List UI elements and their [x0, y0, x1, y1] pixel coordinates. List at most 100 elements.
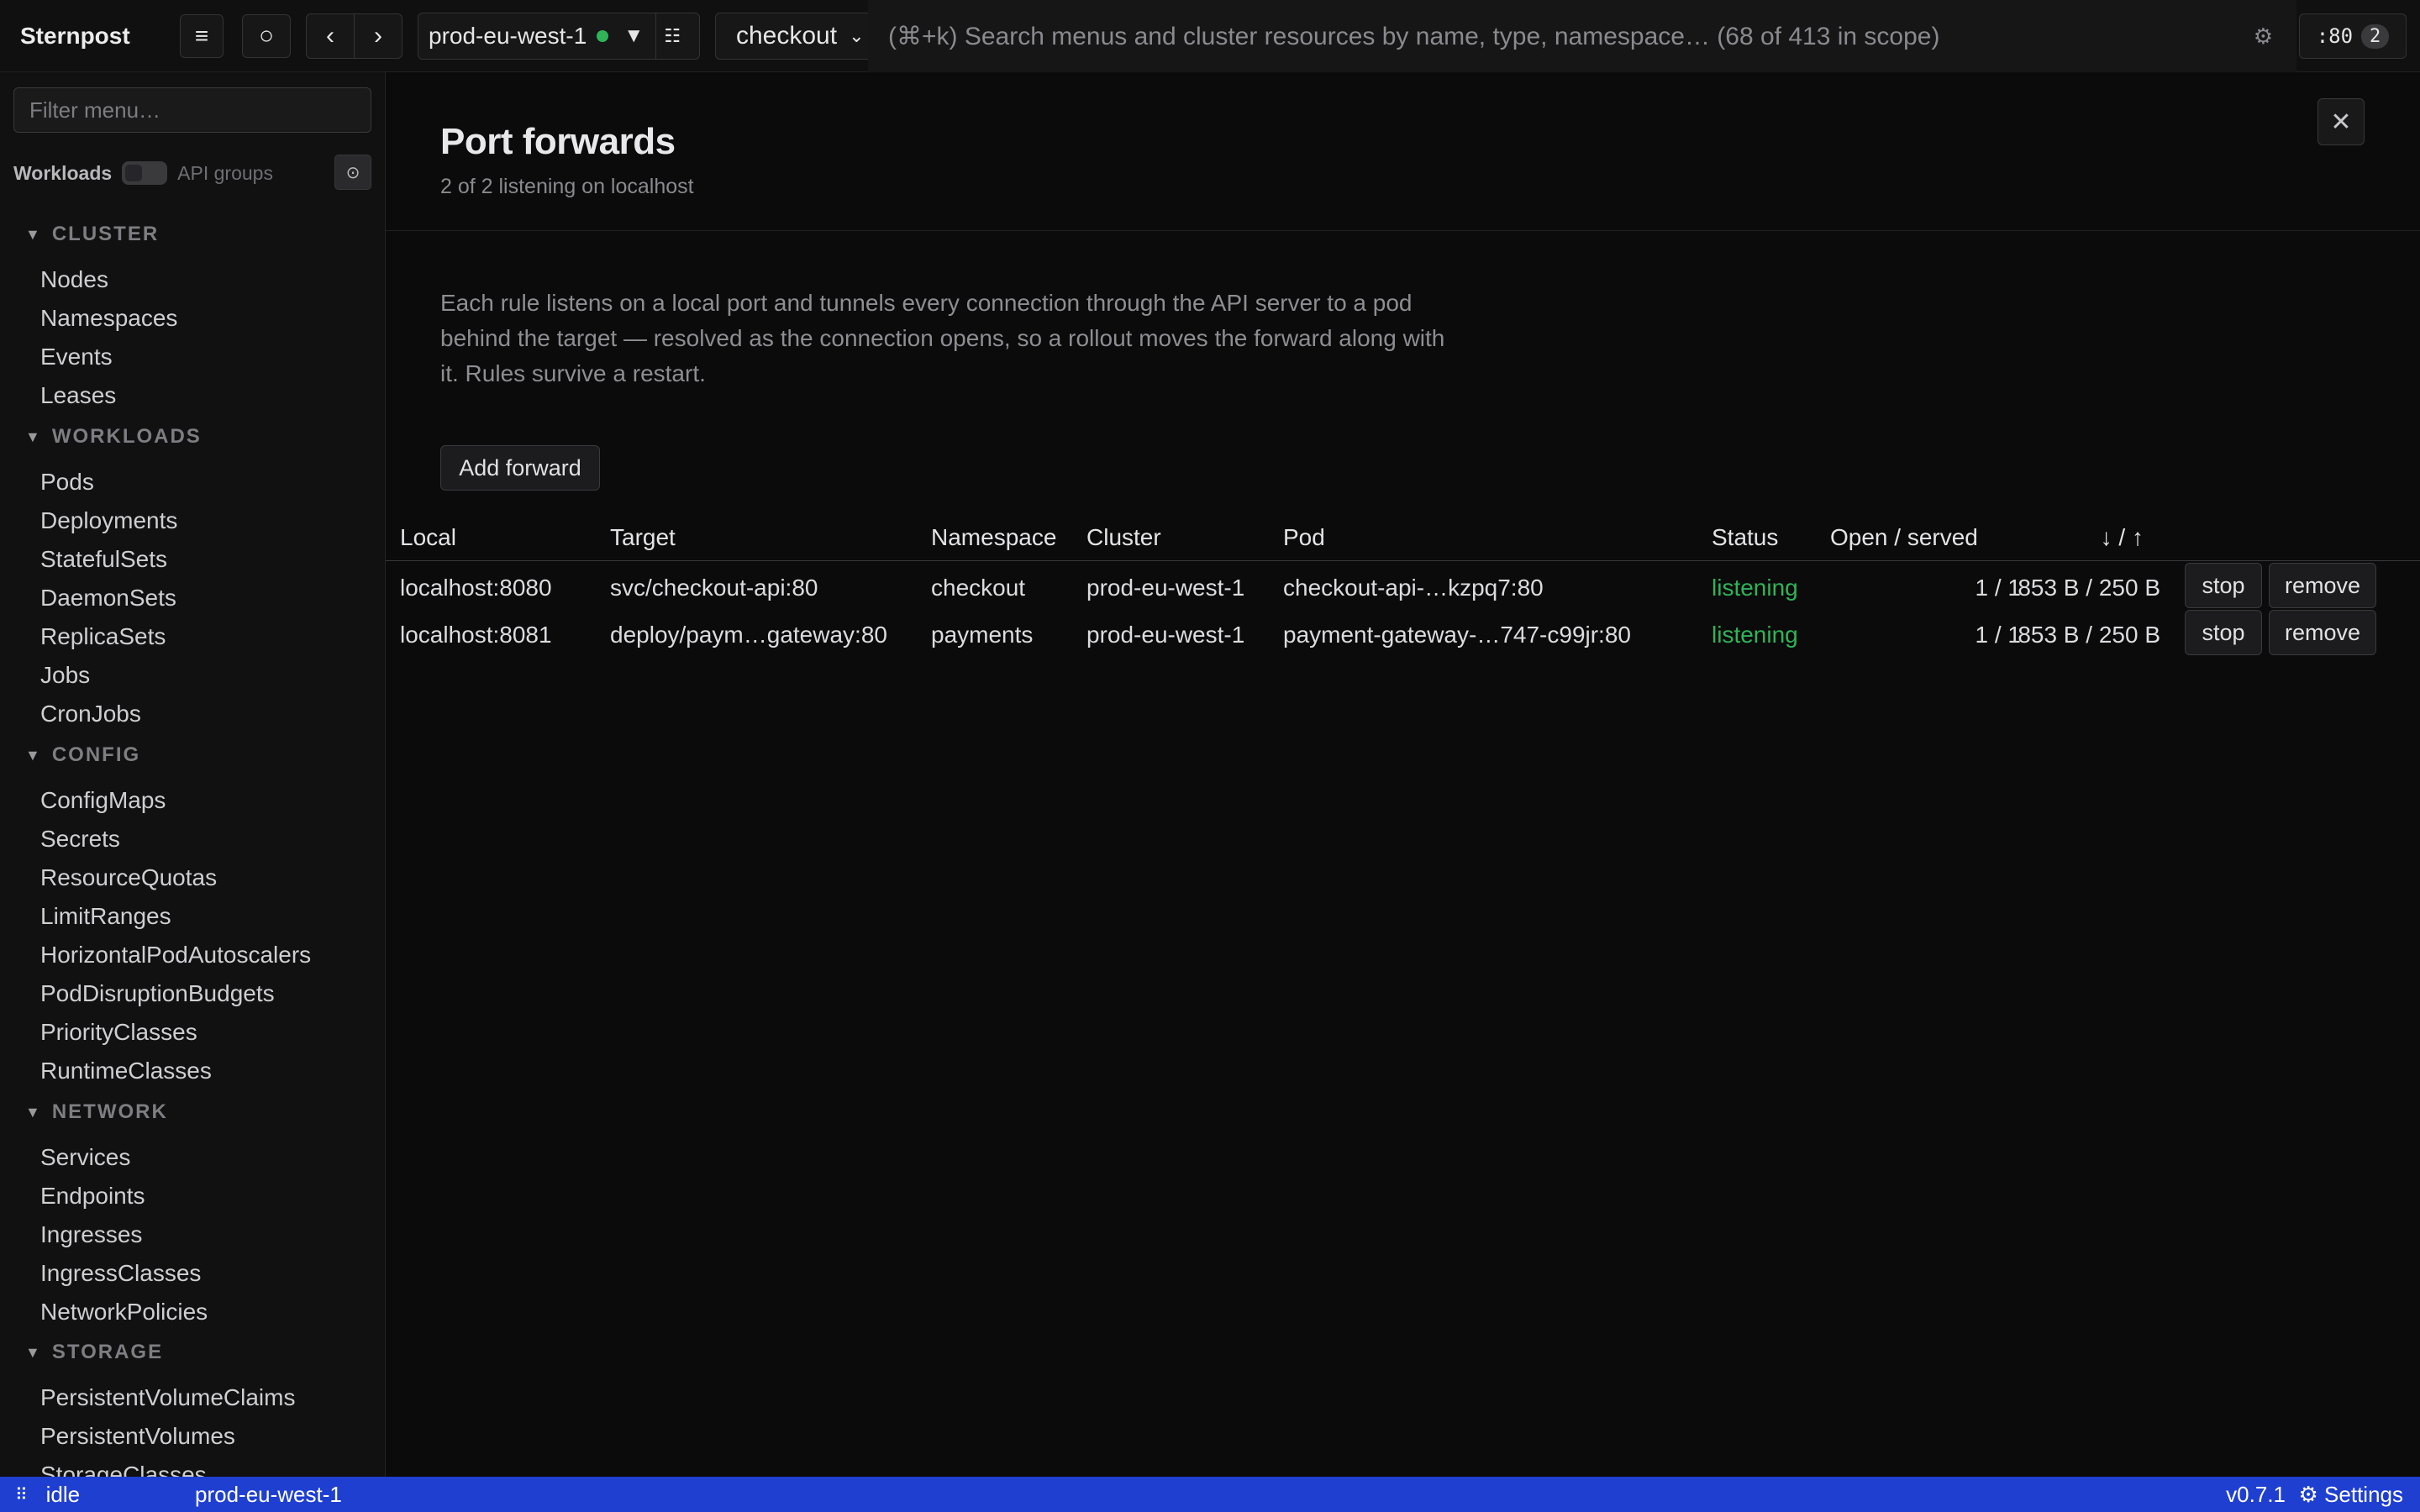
history-nav: ‹ › [306, 13, 402, 59]
status-bar: ⠿ idle prod-eu-west-1 v0.7.1 ⚙ Settings [0, 1477, 2420, 1512]
page-subtitle: 2 of 2 listening on localhost [440, 175, 694, 198]
port-forward-label: :80 [2316, 24, 2354, 48]
caret-down-icon: ▼ [25, 225, 42, 243]
sidebar-item-ingresses[interactable]: Ingresses [40, 1221, 142, 1248]
cell-namespace: payments [931, 622, 1034, 648]
namespace-select[interactable]: checkout ⌄ [715, 12, 877, 60]
sidebar-item-events[interactable]: Events [40, 344, 113, 370]
cell-local: localhost:8080 [400, 575, 552, 601]
back-button[interactable]: ‹ [307, 14, 354, 58]
sidebar-item-deployments[interactable]: Deployments [40, 507, 177, 534]
mode-toggle-switch[interactable] [122, 161, 168, 185]
remove-button[interactable]: remove [2269, 610, 2376, 655]
circle-icon: ○ [258, 21, 275, 50]
search-input[interactable]: (⌘+k) Search menus and cluster resources… [868, 0, 2296, 72]
sidebar-item-daemonsets[interactable]: DaemonSets [40, 585, 176, 612]
grid-icon[interactable]: ☷ [656, 25, 688, 47]
sidebar: Filter menu… Workloads API groups ⊙ ▼ CLU… [0, 72, 386, 1477]
cell-cluster: prod-eu-west-1 [1086, 622, 1245, 648]
sidebar-item-services[interactable]: Services [40, 1144, 130, 1171]
sidebar-item-endpoints[interactable]: Endpoints [40, 1183, 145, 1210]
status-text: idle [45, 1481, 81, 1507]
cell-open-served: 1 / 1 [1975, 575, 2021, 601]
column-header-local[interactable]: Local [400, 524, 456, 551]
column-header-pod[interactable]: Pod [1283, 524, 1325, 551]
panel-header: Port forwards 2 of 2 listening on localh… [386, 72, 2420, 231]
column-header-traffic[interactable]: ↓ / ↑ [2060, 524, 2144, 551]
mode-workloads-label[interactable]: Workloads [13, 162, 112, 185]
mode-api-groups-label[interactable]: API groups [177, 162, 273, 185]
section-config[interactable]: ▼ CONFIG [25, 743, 140, 767]
hamburger-icon: ≡ [194, 22, 209, 49]
sidebar-item-runtimeclasses[interactable]: RuntimeClasses [40, 1058, 212, 1084]
stop-button[interactable]: stop [2185, 610, 2262, 655]
caret-down-icon[interactable]: ▼ [623, 24, 644, 48]
section-cluster[interactable]: ▼ CLUSTER [25, 223, 159, 246]
cell-target: svc/checkout-api:80 [610, 575, 818, 601]
column-header-status[interactable]: Status [1712, 524, 1778, 551]
sidebar-item-hpa[interactable]: HorizontalPodAutoscalers [40, 942, 311, 969]
version-label: v0.7.1 [2226, 1481, 2286, 1507]
sidebar-item-resourcequotas[interactable]: ResourceQuotas [40, 864, 217, 891]
context-selector[interactable]: prod-eu-west-1 ▼ ☷ [418, 12, 700, 60]
forward-button[interactable]: › [354, 13, 402, 58]
port-forwards-panel: Port forwards 2 of 2 listening on localh… [386, 72, 2420, 1477]
port-forward-chip[interactable]: :80 2 [2299, 13, 2407, 59]
filter-menu-input[interactable]: Filter menu… [13, 87, 371, 133]
cell-namespace: checkout [931, 575, 1026, 601]
caret-down-icon: ▼ [25, 428, 42, 445]
page-title: Port forwards [440, 121, 676, 162]
sidebar-item-replicasets[interactable]: ReplicaSets [40, 623, 166, 650]
stop-button[interactable]: stop [2185, 563, 2262, 608]
cell-traffic: 853 B / 250 B [2018, 575, 2160, 601]
grip-icon[interactable]: ⠿ [15, 1484, 28, 1505]
section-storage[interactable]: ▼ STORAGE [25, 1341, 163, 1364]
add-forward-button[interactable]: Add forward [440, 445, 600, 491]
column-header-open-served[interactable]: Open / served [1830, 524, 1978, 551]
sidebar-item-pdb[interactable]: PodDisruptionBudgets [40, 980, 275, 1007]
sidebar-item-namespaces[interactable]: Namespaces [40, 305, 177, 332]
sidebar-item-pods[interactable]: Pods [40, 469, 94, 496]
sidebar-item-pv[interactable]: PersistentVolumes [40, 1423, 235, 1450]
sidebar-item-pvc[interactable]: PersistentVolumeClaims [40, 1384, 295, 1411]
sidebar-item-storageclasses[interactable]: StorageClasses [40, 1462, 207, 1477]
chevron-down-icon: ⌄ [849, 24, 865, 46]
sidebar-item-jobs[interactable]: Jobs [40, 662, 90, 689]
menu-button[interactable]: ≡ [180, 13, 224, 58]
column-header-target[interactable]: Target [610, 524, 676, 551]
panel-description: Each rule listens on a local port and tu… [440, 290, 1445, 386]
context-name: prod-eu-west-1 [429, 22, 587, 49]
pin-icon[interactable]: ⊙ [334, 155, 371, 190]
sidebar-item-cronjobs[interactable]: CronJobs [40, 701, 141, 727]
search-placeholder: (⌘+k) Search menus and cluster resources… [888, 22, 1940, 50]
sidebar-item-networkpolicies[interactable]: NetworkPolicies [40, 1299, 208, 1326]
circle-button[interactable]: ○ [242, 13, 291, 58]
status-cluster: prod-eu-west-1 [195, 1481, 342, 1507]
sidebar-item-priorityclasses[interactable]: PriorityClasses [40, 1019, 197, 1046]
sidebar-mode-toggle: Workloads API groups ⊙ [13, 155, 371, 192]
column-header-cluster[interactable]: Cluster [1086, 524, 1161, 551]
sidebar-item-limitranges[interactable]: LimitRanges [40, 903, 171, 930]
cell-pod: payment-gateway-…747-c99jr:80 [1283, 622, 1631, 648]
settings-button[interactable]: ⚙ Settings [2299, 1482, 2403, 1508]
close-button[interactable]: ✕ [2317, 98, 2365, 145]
cell-traffic: 853 B / 250 B [2018, 622, 2160, 648]
sidebar-item-secrets[interactable]: Secrets [40, 826, 120, 853]
close-icon: ✕ [2330, 108, 2352, 136]
sidebar-item-statefulsets[interactable]: StatefulSets [40, 546, 167, 573]
status-badge: listening [1712, 575, 1798, 601]
caret-down-icon: ▼ [25, 746, 42, 764]
app-title: Sternpost [20, 22, 130, 49]
sidebar-item-nodes[interactable]: Nodes [40, 266, 108, 293]
sidebar-item-configmaps[interactable]: ConfigMaps [40, 787, 166, 814]
caret-down-icon: ▼ [25, 1103, 42, 1121]
context-status-dot [597, 29, 609, 42]
status-badge: listening [1712, 622, 1798, 648]
section-workloads[interactable]: ▼ WORKLOADS [25, 425, 202, 449]
remove-button[interactable]: remove [2269, 563, 2376, 608]
section-network[interactable]: ▼ NETWORK [25, 1100, 168, 1124]
column-header-namespace[interactable]: Namespace [931, 524, 1056, 551]
sidebar-item-ingressclasses[interactable]: IngressClasses [40, 1260, 201, 1287]
gear-icon[interactable]: ⚙ [2254, 24, 2273, 50]
sidebar-item-leases[interactable]: Leases [40, 382, 116, 409]
